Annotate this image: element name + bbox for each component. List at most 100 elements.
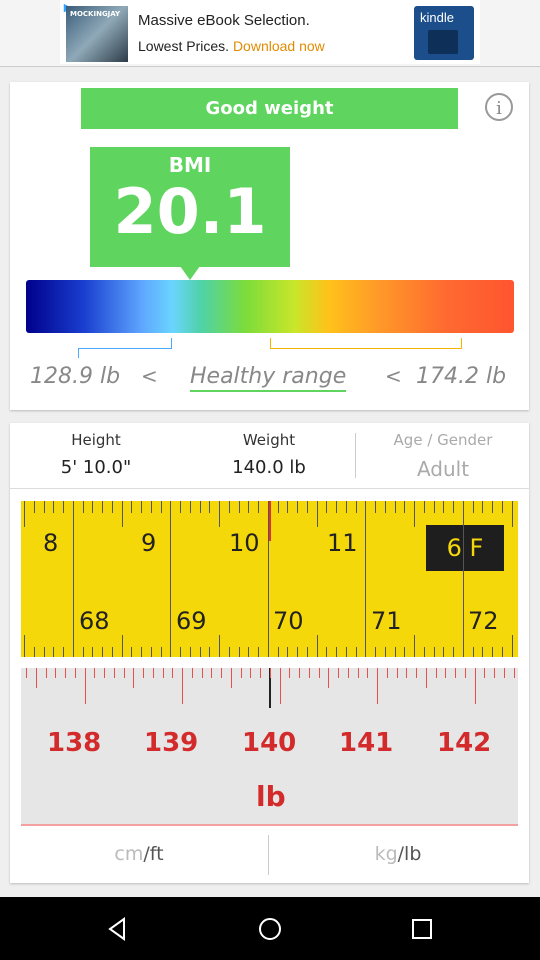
ruler-tick bbox=[357, 668, 359, 678]
ruler-tick bbox=[63, 501, 64, 513]
ruler-tick bbox=[345, 647, 347, 657]
ruler-tick bbox=[152, 668, 154, 678]
ruler-tick bbox=[162, 668, 164, 678]
ad-subline-text: Lowest Prices. bbox=[138, 38, 233, 54]
ruler-inch-mark: 70 bbox=[273, 607, 304, 635]
ad-banner[interactable]: ▶ MOCKINGJAY Massive eBook Selection. Lo… bbox=[60, 0, 480, 64]
age-gender-label: Age / Gender bbox=[393, 431, 493, 449]
ruler-tick bbox=[365, 635, 367, 657]
cm-option[interactable]: cm bbox=[114, 843, 143, 865]
recents-icon[interactable] bbox=[408, 915, 436, 943]
ruler-tick bbox=[189, 501, 191, 513]
back-icon[interactable] bbox=[104, 915, 132, 943]
ruler-tick bbox=[26, 668, 27, 678]
ruler-tick bbox=[511, 501, 513, 527]
ruler-tick bbox=[453, 501, 454, 513]
ruler-tick bbox=[189, 647, 191, 657]
ruler-tick bbox=[501, 647, 503, 657]
ruler-tick bbox=[228, 501, 230, 513]
ruler-tick bbox=[55, 668, 57, 678]
ruler-tick bbox=[455, 668, 456, 678]
ruler-tick bbox=[328, 668, 330, 688]
weight-unit-toggle[interactable]: kg/lb bbox=[269, 843, 527, 865]
ruler-tick bbox=[104, 668, 105, 678]
ruler-tick bbox=[260, 668, 261, 678]
ruler-tick bbox=[287, 501, 289, 513]
ruler-tick bbox=[445, 668, 447, 678]
stats-separator bbox=[10, 488, 529, 489]
weight-value[interactable]: 140.0 lb bbox=[199, 457, 339, 478]
bmi-color-scale bbox=[26, 280, 514, 333]
age-gender-value[interactable]: Adult bbox=[383, 457, 503, 481]
ruler-tick bbox=[394, 501, 396, 513]
ruler-tick bbox=[462, 635, 464, 657]
ruler-tick bbox=[24, 635, 25, 657]
bmi-value: 20.1 bbox=[113, 175, 267, 248]
ruler-tick bbox=[386, 668, 388, 678]
weight-unit-label: lb bbox=[256, 780, 286, 813]
ruler-tick bbox=[306, 647, 308, 657]
ruler-tick bbox=[121, 635, 123, 657]
ruler-tick bbox=[464, 668, 466, 678]
range-high-value: 174.2 lb bbox=[416, 364, 507, 389]
ruler-tick bbox=[414, 635, 415, 657]
ruler-tick bbox=[113, 668, 115, 678]
ruler-foot-mark: 11 bbox=[327, 529, 358, 557]
lb-option[interactable]: /lb bbox=[398, 843, 422, 865]
ruler-tick bbox=[238, 647, 240, 657]
ruler-tick bbox=[355, 501, 357, 513]
ruler-tick bbox=[299, 668, 300, 678]
weight-ruler[interactable]: 138 139 140 141 142 lb bbox=[21, 668, 518, 826]
ft-option[interactable]: /ft bbox=[143, 843, 163, 865]
ruler-tick bbox=[240, 668, 242, 678]
height-ruler[interactable]: 8 9 10 11 68 69 70 71 72 6 F bbox=[21, 501, 518, 657]
ruler-tick bbox=[170, 501, 172, 657]
ruler-tick bbox=[336, 647, 337, 657]
ruler-tick bbox=[484, 668, 486, 678]
ruler-tick bbox=[43, 501, 45, 513]
ruler-tick bbox=[425, 668, 427, 688]
height-value[interactable]: 5' 10.0" bbox=[26, 457, 166, 478]
ad-download-link[interactable]: Download now bbox=[233, 38, 325, 54]
ruler-tick bbox=[209, 501, 211, 513]
ruler-tick bbox=[160, 501, 162, 513]
ruler-tick bbox=[201, 668, 203, 678]
ruler-foot-mark: 9 bbox=[141, 529, 157, 557]
ad-subline: Lowest Prices. Download now bbox=[138, 38, 325, 54]
ruler-tick bbox=[248, 647, 250, 657]
ruler-tick bbox=[131, 647, 133, 657]
info-icon[interactable]: i bbox=[485, 93, 513, 121]
ruler-tick bbox=[365, 501, 367, 657]
kg-option[interactable]: kg bbox=[375, 843, 398, 865]
ruler-tick bbox=[377, 668, 378, 704]
ruler-tick bbox=[160, 647, 162, 657]
bmi-label: BMI bbox=[168, 153, 212, 177]
ruler-tick bbox=[133, 668, 135, 688]
ruler-tick bbox=[92, 647, 94, 657]
length-unit-toggle[interactable]: cm/ft bbox=[10, 843, 268, 865]
ruler-tick bbox=[199, 501, 201, 513]
ruler-tick bbox=[474, 668, 476, 704]
ruler-tick bbox=[131, 501, 133, 513]
ruler-tick bbox=[375, 501, 376, 513]
ruler-tick bbox=[472, 501, 474, 513]
ruler-tick bbox=[82, 501, 84, 513]
ruler-tick bbox=[248, 501, 250, 513]
ruler-tick bbox=[111, 647, 113, 657]
ruler-inch-mark: 69 bbox=[176, 607, 207, 635]
ruler-tick bbox=[472, 647, 474, 657]
range-low-value: 128.9 lb bbox=[30, 364, 121, 389]
ruler-tick bbox=[482, 501, 484, 513]
ruler-tick bbox=[308, 668, 310, 678]
kindle-brand-text: kindle bbox=[420, 10, 454, 25]
ruler-tick bbox=[318, 668, 320, 678]
system-nav-bar bbox=[0, 897, 540, 960]
ruler-tick bbox=[267, 501, 269, 657]
ruler-tick bbox=[150, 501, 152, 513]
ruler-tick bbox=[121, 501, 123, 527]
home-icon[interactable] bbox=[256, 915, 284, 943]
ruler-tick bbox=[230, 668, 232, 688]
ruler-tick bbox=[396, 668, 398, 678]
range-less-than-2: < bbox=[385, 364, 402, 388]
ruler-tick bbox=[375, 647, 376, 657]
